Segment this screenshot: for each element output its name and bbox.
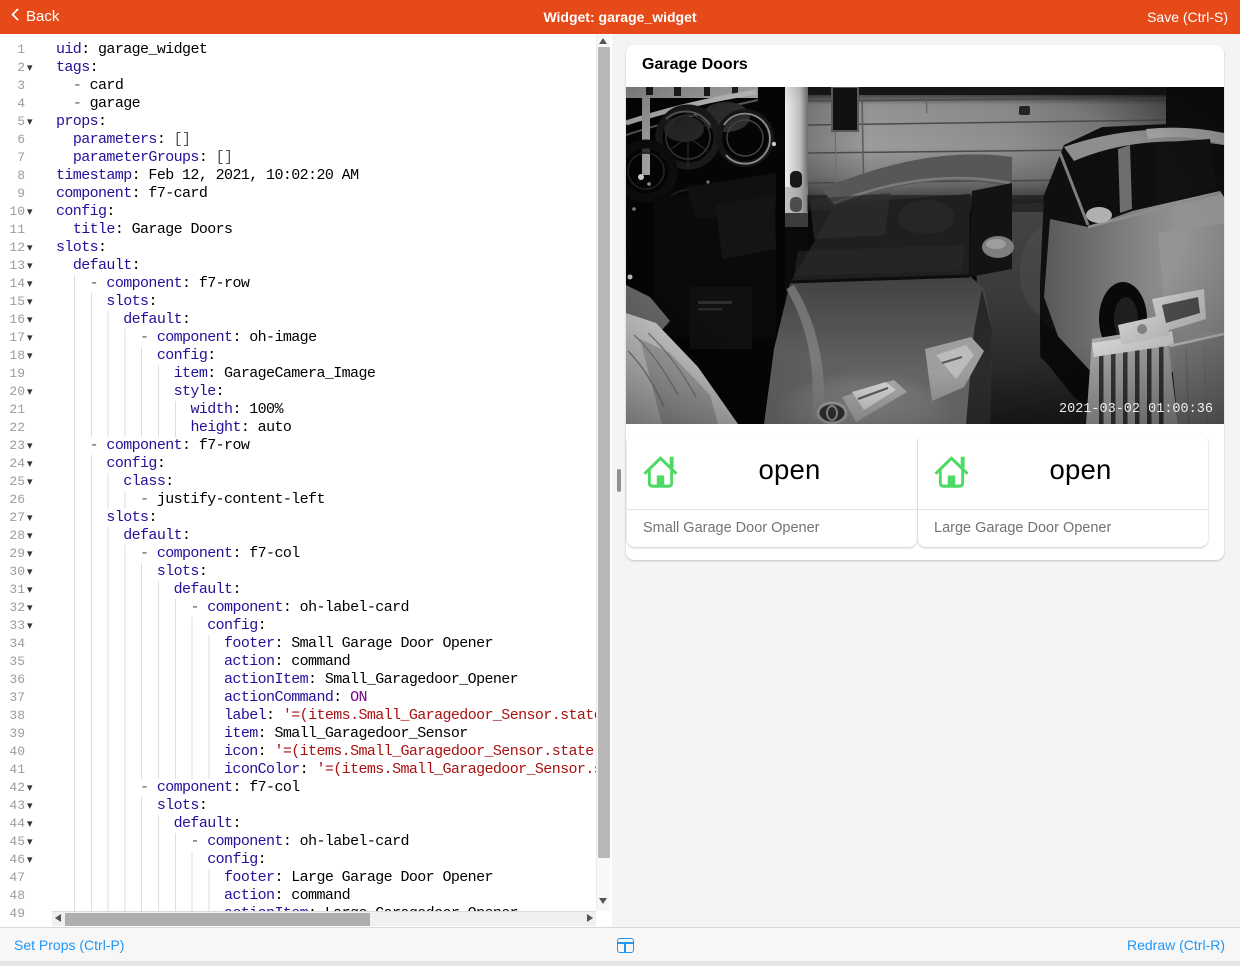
svg-text:2021-03-02 01:00:36: 2021-03-02 01:00:36 (1059, 402, 1213, 417)
